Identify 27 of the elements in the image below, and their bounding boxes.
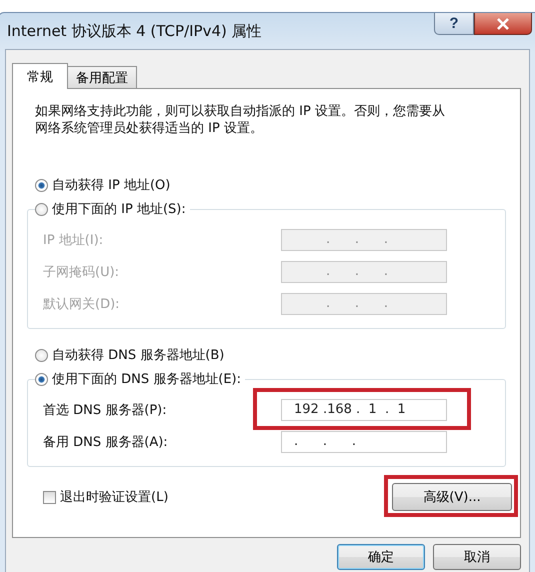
radio-button[interactable] bbox=[35, 348, 48, 362]
field-label: 备用 DNS 服务器(A): bbox=[42, 434, 168, 451]
radio-button[interactable] bbox=[35, 372, 48, 386]
dialog-button[interactable]: 取消 bbox=[433, 544, 521, 570]
tab[interactable]: 常规 bbox=[12, 63, 68, 89]
ip-address-field[interactable]: 192 .168 . 1 . 1 bbox=[281, 399, 447, 421]
intro-text: 如果网络支持此功能，则可以获取自动指派的 IP 设置。否则，您需要从网络系统管理员处获得适当的 IP 设置。 bbox=[35, 103, 445, 137]
field-label: IP 地址(I): bbox=[42, 232, 104, 249]
radio-label: 使用下面的 IP 地址(S): bbox=[52, 201, 186, 218]
field-label: 默认网关(D): bbox=[42, 296, 120, 313]
advanced-button[interactable]: 高级(V)... bbox=[392, 483, 512, 511]
field-label: 子网掩码(U): bbox=[42, 264, 120, 281]
radio-label: 自动获得 DNS 服务器地址(B) bbox=[52, 347, 224, 364]
radio-label: 使用下面的 DNS 服务器地址(E): bbox=[52, 371, 241, 388]
checkbox[interactable] bbox=[43, 490, 56, 504]
window-title: Internet 协议版本 4 (TCP/IPv4) 属性 bbox=[7, 22, 262, 40]
radio-label: 自动获得 IP 地址(O) bbox=[52, 177, 170, 194]
close-icon bbox=[496, 18, 510, 30]
field-label: 首选 DNS 服务器(P): bbox=[42, 402, 167, 419]
radio-button[interactable] bbox=[35, 202, 48, 216]
ip-address-field[interactable]: . . . bbox=[281, 431, 447, 453]
checkbox-label: 退出时验证设置(L) bbox=[60, 489, 168, 506]
dialog-button[interactable]: 确定 bbox=[337, 544, 425, 570]
tab[interactable]: 备用配置 bbox=[67, 66, 137, 88]
help-button[interactable]: ? bbox=[434, 13, 474, 35]
close-button[interactable] bbox=[474, 13, 532, 35]
radio-button[interactable] bbox=[35, 178, 48, 192]
